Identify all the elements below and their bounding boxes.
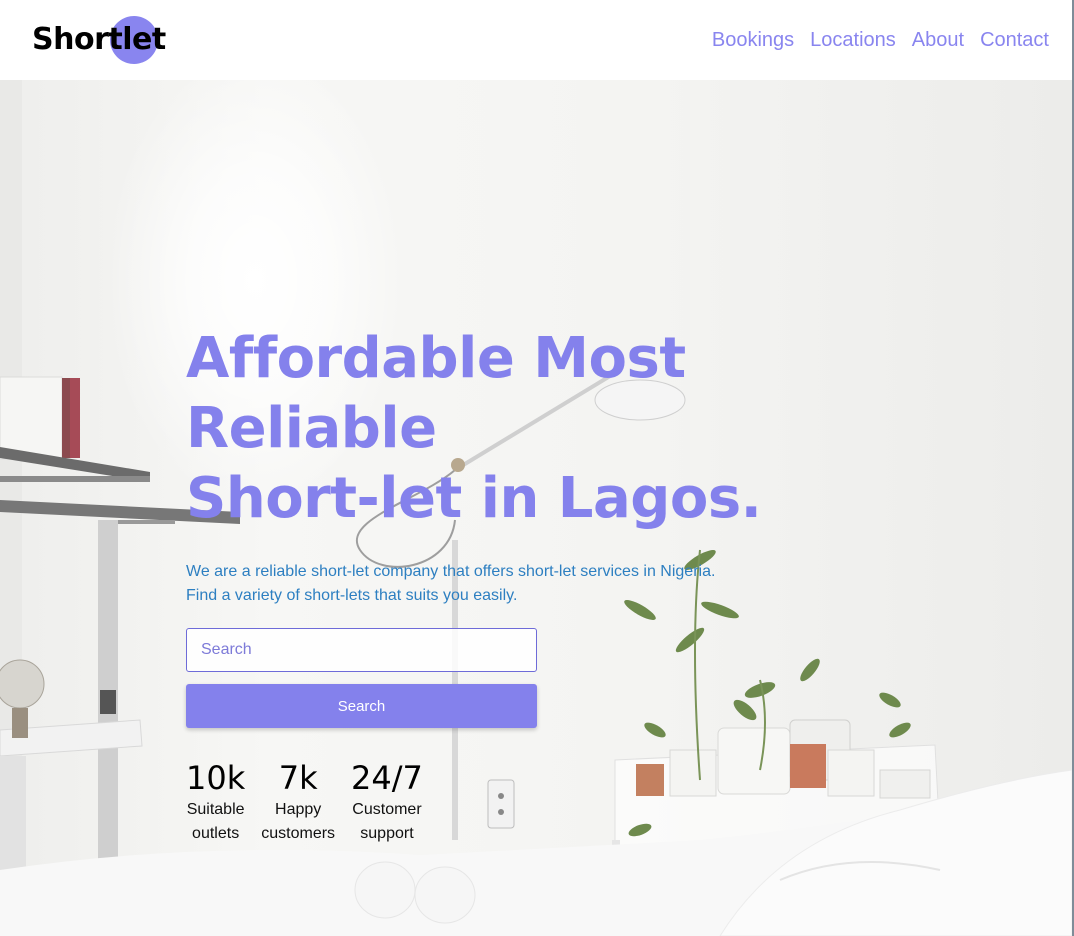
stats-row: 10k Suitable outlets 7k Happy customers … xyxy=(186,758,946,846)
stat-value: 10k xyxy=(186,759,246,797)
stat-label-line: Happy xyxy=(275,801,322,818)
stat-label-line: Suitable xyxy=(186,801,245,818)
hero-headline-line1: Affordable Most Reliable xyxy=(186,326,686,461)
stat-customers: 7k Happy customers xyxy=(261,758,335,846)
hero-description-line2: Find a variety of short-lets that suits … xyxy=(186,587,518,604)
stat-label: Happy customers xyxy=(261,798,335,846)
stat-label: Suitable outlets xyxy=(186,798,245,846)
stat-label-line: outlets xyxy=(192,825,240,842)
stat-support: 24/7 Customer support xyxy=(351,758,423,846)
hero-content: Affordable Most Reliable Short-let in La… xyxy=(186,324,946,846)
hero-headline: Affordable Most Reliable Short-let in La… xyxy=(186,324,946,534)
stat-value: 7k xyxy=(278,759,318,797)
hero-description-line1: We are a reliable short-let company that… xyxy=(186,563,716,580)
stat-label-line: Customer xyxy=(352,801,422,818)
search-button[interactable]: Search xyxy=(186,684,537,728)
stat-value: 24/7 xyxy=(351,759,423,797)
nav-link-bookings[interactable]: Bookings xyxy=(712,26,794,54)
main-nav: Bookings Locations About Contact xyxy=(712,26,1049,54)
top-navbar: Shortlet Bookings Locations About Contac… xyxy=(0,0,1074,80)
stat-label-line: customers xyxy=(261,825,336,842)
logo-text: Shortlet xyxy=(32,22,166,57)
nav-link-locations[interactable]: Locations xyxy=(810,26,896,54)
stat-label: Customer support xyxy=(351,798,423,846)
hero-description: We are a reliable short-let company that… xyxy=(186,560,946,608)
brand-logo[interactable]: Shortlet xyxy=(32,12,172,68)
hero-headline-line2: Short-let in Lagos. xyxy=(186,466,762,531)
nav-link-contact[interactable]: Contact xyxy=(980,26,1049,54)
search-input[interactable] xyxy=(186,628,537,672)
hero-section: Affordable Most Reliable Short-let in La… xyxy=(0,80,1072,936)
nav-link-about[interactable]: About xyxy=(912,26,964,54)
stat-label-line: support xyxy=(360,825,414,842)
stat-outlets: 10k Suitable outlets xyxy=(186,758,245,846)
